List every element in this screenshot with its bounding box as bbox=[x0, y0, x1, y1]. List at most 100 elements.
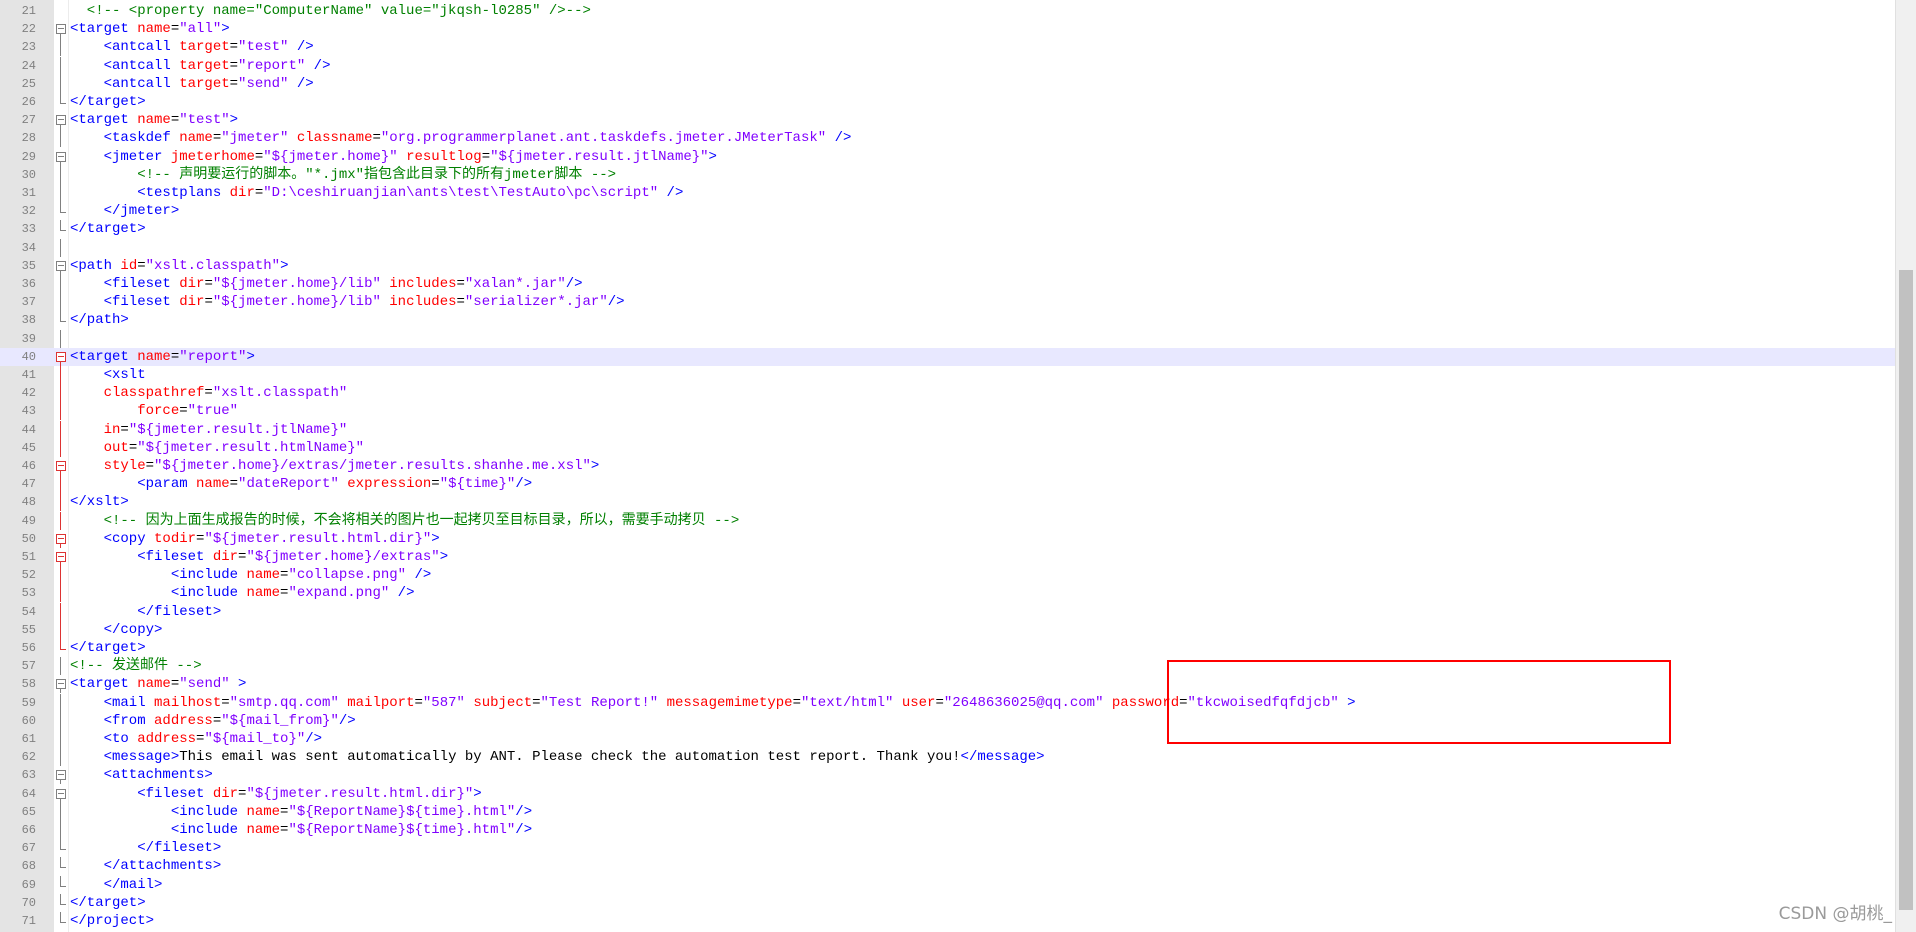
code-line[interactable]: 48 </xslt> bbox=[0, 493, 1896, 512]
code-line[interactable]: 32 </jmeter> bbox=[0, 202, 1896, 220]
code-text[interactable]: <message>This email was sent automatical… bbox=[70, 748, 1045, 766]
code-text[interactable]: <param name="dateReport" expression="${t… bbox=[70, 475, 532, 493]
fold-toggle-icon[interactable] bbox=[56, 151, 66, 162]
code-line[interactable]: 42 classpathref="xslt.classpath" bbox=[0, 384, 1896, 403]
code-text[interactable]: </mail> bbox=[70, 876, 163, 894]
code-text[interactable]: </copy> bbox=[70, 621, 163, 639]
code-text[interactable]: </fileset> bbox=[70, 839, 221, 857]
code-line[interactable]: 26 </target> bbox=[0, 93, 1896, 111]
code-text[interactable]: <target name="test"> bbox=[70, 111, 238, 129]
code-text[interactable]: <from address="${mail_from}"/> bbox=[70, 712, 356, 730]
fold-toggle-icon[interactable] bbox=[56, 260, 66, 271]
code-line[interactable]: 35 <path id="xslt.classpath"> bbox=[0, 257, 1896, 275]
code-text[interactable]: <jmeter jmeterhome="${jmeter.home}" resu… bbox=[70, 148, 717, 166]
fold-toggle-icon[interactable] bbox=[56, 24, 66, 35]
code-line[interactable]: 55 </copy> bbox=[0, 620, 1896, 639]
code-text[interactable]: </target> bbox=[70, 639, 146, 657]
code-text[interactable]: <!-- 因为上面生成报告的时候，不会将相关的图片也一起拷贝至目标目录，所以，需… bbox=[70, 512, 740, 530]
code-text[interactable]: </fileset> bbox=[70, 603, 221, 621]
code-text[interactable]: </attachments> bbox=[70, 857, 222, 875]
code-text[interactable]: <fileset dir="${jmeter.result.html.dir}"… bbox=[70, 785, 482, 803]
code-line[interactable]: 70 </target> bbox=[0, 893, 1896, 912]
code-text[interactable]: <antcall target="send" /> bbox=[70, 75, 314, 93]
code-line[interactable]: 27 <target name="test"> bbox=[0, 111, 1896, 130]
code-text[interactable]: <include name="${ReportName}${time}.html… bbox=[70, 803, 532, 821]
code-line[interactable]: 39 bbox=[0, 329, 1896, 348]
code-text[interactable]: <antcall target="test" /> bbox=[70, 38, 314, 56]
code-text[interactable]: <testplans dir="D:\ceshiruanjian\ants\te… bbox=[70, 184, 683, 202]
code-line[interactable]: 46 style="${jmeter.home}/extras/jmeter.r… bbox=[0, 457, 1896, 475]
code-line[interactable]: 41 <xslt bbox=[0, 366, 1896, 384]
code-text[interactable]: <copy todir="${jmeter.result.html.dir}"> bbox=[70, 530, 440, 548]
code-text[interactable]: <to address="${mail_to}"/> bbox=[70, 730, 322, 748]
code-line[interactable]: 38 </path> bbox=[0, 311, 1896, 329]
code-text[interactable]: <include name="collapse.png" /> bbox=[70, 566, 431, 584]
code-text[interactable]: classpathref="xslt.classpath" bbox=[70, 384, 348, 402]
fold-toggle-icon[interactable] bbox=[56, 461, 66, 471]
code-text[interactable]: <path id="xslt.classpath"> bbox=[70, 257, 288, 275]
code-line[interactable]: 33 </target> bbox=[0, 220, 1896, 238]
code-text[interactable]: </target> bbox=[70, 894, 146, 912]
fold-toggle-icon[interactable] bbox=[56, 679, 66, 690]
code-text[interactable]: <fileset dir="${jmeter.home}/extras"> bbox=[70, 548, 448, 566]
code-line[interactable]: 51 <fileset dir="${jmeter.home}/extras"> bbox=[0, 548, 1896, 566]
code-text[interactable]: <fileset dir="${jmeter.home}/lib" includ… bbox=[70, 293, 625, 311]
fold-toggle-icon[interactable] bbox=[56, 552, 66, 562]
code-line[interactable]: 50 <copy todir="${jmeter.result.html.dir… bbox=[0, 530, 1896, 548]
code-area[interactable]: 21 <!-- <property name="ComputerName" va… bbox=[0, 0, 1896, 932]
code-line[interactable]: 30 <!-- 声明要运行的脚本。"*.jmx"指包含此目录下的所有jmeter… bbox=[0, 165, 1896, 184]
code-line[interactable]: 28 <taskdef name="jmeter" classname="org… bbox=[0, 129, 1896, 148]
code-text[interactable]: style="${jmeter.home}/extras/jmeter.resu… bbox=[70, 457, 600, 475]
code-line[interactable]: 65 <include name="${ReportName}${time}.h… bbox=[0, 802, 1896, 821]
code-line[interactable]: 45 out="${jmeter.result.htmlName}" bbox=[0, 438, 1896, 457]
code-text[interactable]: <taskdef name="jmeter" classname="org.pr… bbox=[70, 129, 852, 147]
code-line[interactable]: 56 </target> bbox=[0, 639, 1896, 657]
fold-toggle-icon[interactable] bbox=[56, 351, 66, 362]
scrollbar-thumb[interactable] bbox=[1899, 270, 1913, 910]
code-line[interactable]: 67 </fileset> bbox=[0, 839, 1896, 857]
code-text[interactable]: <target name="all"> bbox=[70, 20, 230, 38]
code-text[interactable]: <!-- 发送邮件 --> bbox=[70, 657, 202, 675]
code-editor[interactable]: 21 <!-- <property name="ComputerName" va… bbox=[0, 0, 1916, 932]
code-line[interactable]: 31 <testplans dir="D:\ceshiruanjian\ants… bbox=[0, 184, 1896, 202]
code-text[interactable]: in="${jmeter.result.jtlName}" bbox=[70, 421, 348, 439]
code-text[interactable]: <target name="send" > bbox=[70, 675, 246, 693]
code-text[interactable]: <!-- <property name="ComputerName" value… bbox=[70, 2, 591, 20]
code-line[interactable]: 63 <attachments> bbox=[0, 766, 1896, 785]
code-line[interactable]: 29 <jmeter jmeterhome="${jmeter.home}" r… bbox=[0, 148, 1896, 166]
code-text[interactable]: <xslt bbox=[70, 366, 146, 384]
code-text[interactable]: <attachments> bbox=[70, 766, 213, 784]
code-line[interactable]: 66 <include name="${ReportName}${time}.h… bbox=[0, 821, 1896, 839]
code-line[interactable]: 54 </fileset> bbox=[0, 602, 1896, 621]
code-text[interactable]: <fileset dir="${jmeter.home}/lib" includ… bbox=[70, 275, 583, 293]
code-line[interactable]: 25 <antcall target="send" /> bbox=[0, 74, 1896, 93]
code-line[interactable]: 43 force="true" bbox=[0, 402, 1896, 421]
code-text[interactable]: </jmeter> bbox=[70, 202, 180, 220]
fold-toggle-icon[interactable] bbox=[56, 770, 66, 781]
code-text[interactable]: <include name="${ReportName}${time}.html… bbox=[70, 821, 532, 839]
code-line[interactable]: 37 <fileset dir="${jmeter.home}/lib" inc… bbox=[0, 293, 1896, 312]
code-text[interactable]: </path> bbox=[70, 311, 129, 329]
code-line[interactable]: 44 in="${jmeter.result.jtlName}" bbox=[0, 420, 1896, 439]
fold-toggle-icon[interactable] bbox=[56, 788, 66, 799]
code-line[interactable]: 47 <param name="dateReport" expression="… bbox=[0, 475, 1896, 494]
code-text[interactable]: </xslt> bbox=[70, 493, 129, 511]
vertical-scrollbar[interactable] bbox=[1895, 0, 1916, 932]
code-line[interactable]: 49 <!-- 因为上面生成报告的时候，不会将相关的图片也一起拷贝至目标目录，所… bbox=[0, 511, 1896, 530]
code-text[interactable]: <include name="expand.png" /> bbox=[70, 584, 415, 602]
code-line[interactable]: 34 bbox=[0, 238, 1896, 257]
fold-toggle-icon[interactable] bbox=[56, 533, 66, 544]
code-text[interactable]: </target> bbox=[70, 93, 146, 111]
code-text[interactable]: <target name="report"> bbox=[70, 348, 255, 366]
code-line[interactable]: 69 </mail> bbox=[0, 875, 1896, 894]
code-line[interactable]: 62 <message>This email was sent automati… bbox=[0, 748, 1896, 767]
code-line[interactable]: 40 <target name="report"> bbox=[0, 347, 1896, 366]
code-text[interactable]: <antcall target="report" /> bbox=[70, 57, 331, 75]
code-line[interactable]: 52 <include name="collapse.png" /> bbox=[0, 566, 1896, 585]
code-line[interactable]: 23 <antcall target="test" /> bbox=[0, 38, 1896, 57]
code-line[interactable]: 53 <include name="expand.png" /> bbox=[0, 584, 1896, 603]
code-line[interactable]: 64 <fileset dir="${jmeter.result.html.di… bbox=[0, 785, 1896, 803]
code-line[interactable]: 24 <antcall target="report" /> bbox=[0, 56, 1896, 75]
code-text[interactable]: </project> bbox=[70, 912, 154, 930]
code-line[interactable]: 36 <fileset dir="${jmeter.home}/lib" inc… bbox=[0, 275, 1896, 293]
